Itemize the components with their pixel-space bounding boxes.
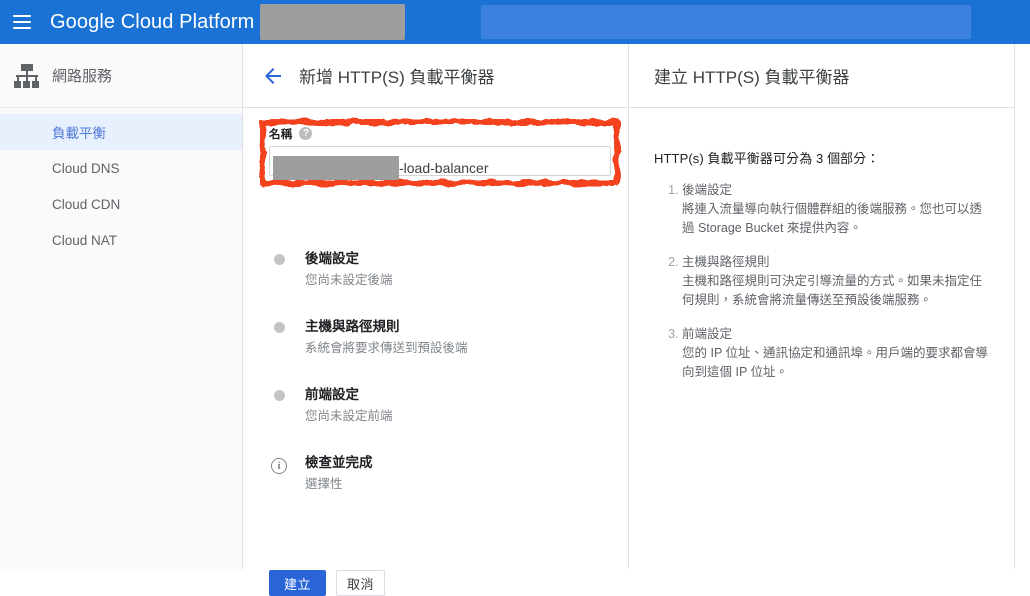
list-item: 前端設定 您的 IP 位址、通訊協定和通訊埠。用戶端的要求都會導向到這個 IP … [682, 325, 992, 382]
sidebar-item-cloud-dns[interactable]: Cloud DNS [0, 150, 242, 186]
left-navigation-panel: 網路服務 負載平衡 Cloud DNS Cloud CDN Cloud NAT [0, 44, 243, 569]
sidebar-item-label: 負載平衡 [52, 122, 106, 142]
load-balancer-wizard-panel: 新增 HTTP(S) 負載平衡器 名稱 ? -load-balancer 後端設… [243, 44, 629, 569]
search-input[interactable] [481, 5, 971, 39]
step-title: 主機與路徑規則 [305, 317, 468, 337]
name-label-row: 名稱 ? [269, 126, 611, 141]
wizard-step-backend[interactable]: 後端設定 您尚未設定後端 [243, 249, 629, 291]
info-panel-body: HTTP(s) 負載平衡器可分為 3 個部分： 後端設定 將連入流量導向執行個體… [630, 108, 1014, 382]
step-title: 檢查並完成 [305, 453, 373, 473]
right-gutter [1015, 44, 1030, 569]
name-field-group: 名稱 ? [269, 126, 611, 176]
sidebar-item-cloud-nat[interactable]: Cloud NAT [0, 222, 242, 258]
step-dot-icon [269, 249, 289, 291]
step-subtitle: 系統會將要求傳送到預設後端 [305, 337, 468, 359]
wizard-header: 新增 HTTP(S) 負載平衡器 [243, 44, 628, 108]
sidebar-item-load-balancing[interactable]: 負載平衡 [0, 114, 242, 150]
list-item: 後端設定 將連入流量導向執行個體群組的後端服務。您也可以透過 Storage B… [682, 181, 992, 238]
list-item-title: 後端設定 [682, 181, 992, 200]
step-subtitle: 您尚未設定前端 [305, 405, 393, 427]
step-title: 後端設定 [305, 249, 393, 269]
hamburger-line [13, 21, 31, 23]
hamburger-menu-icon[interactable] [0, 0, 44, 44]
app-top-bar: Google Cloud Platform [0, 0, 1030, 44]
info-panel-header: 建立 HTTP(S) 負載平衡器 [630, 44, 1014, 108]
wizard-action-bar: 建立 取消 [269, 570, 385, 596]
cancel-button[interactable]: 取消 [336, 570, 385, 596]
info-panel-intro: HTTP(s) 負載平衡器可分為 3 個部分： [654, 148, 992, 167]
info-circle-icon: i [269, 453, 289, 495]
info-panel: 建立 HTTP(S) 負載平衡器 HTTP(s) 負載平衡器可分為 3 個部分：… [630, 44, 1015, 569]
wizard-step-frontend[interactable]: 前端設定 您尚未設定前端 [243, 385, 629, 427]
info-panel-title: 建立 HTTP(S) 負載平衡器 [654, 63, 850, 88]
name-input[interactable] [269, 146, 611, 176]
create-button[interactable]: 建立 [269, 570, 326, 596]
list-item: 主機與路徑規則 主機和路徑規則可決定引導流量的方式。如果未指定任何規則，系統會將… [682, 253, 992, 310]
list-item-desc: 將連入流量導向執行個體群組的後端服務。您也可以透過 Storage Bucket… [682, 200, 992, 238]
page-title: 新增 HTTP(S) 負載平衡器 [299, 63, 495, 88]
info-circle-glyph: i [271, 458, 287, 474]
step-subtitle: 您尚未設定後端 [305, 269, 393, 291]
nav-section-title: 網路服務 [52, 65, 112, 86]
list-item-title: 前端設定 [682, 325, 992, 344]
list-item-title: 主機與路徑規則 [682, 253, 992, 272]
sidebar-item-label: Cloud NAT [52, 233, 117, 248]
network-services-icon [14, 63, 40, 89]
list-item-desc: 主機和路徑規則可決定引導流量的方式。如果未指定任何規則，系統會將流量傳送至預設後… [682, 272, 992, 310]
nav-section-header: 網路服務 [0, 44, 242, 108]
sidebar-item-label: Cloud DNS [52, 161, 120, 176]
step-dot-icon [269, 385, 289, 427]
back-arrow-icon[interactable] [261, 64, 285, 88]
hamburger-line [13, 27, 31, 29]
help-icon[interactable]: ? [299, 127, 312, 140]
sidebar-item-cloud-cdn[interactable]: Cloud CDN [0, 186, 242, 222]
nav-item-list: 負載平衡 Cloud DNS Cloud CDN Cloud NAT [0, 108, 242, 258]
hamburger-line [13, 15, 31, 17]
step-title: 前端設定 [305, 385, 393, 405]
step-subtitle: 選擇性 [305, 473, 373, 495]
sidebar-item-label: Cloud CDN [52, 197, 120, 212]
name-field-label: 名稱 [269, 126, 292, 142]
wizard-step-host-path-rules[interactable]: 主機與路徑規則 系統會將要求傳送到預設後端 [243, 317, 629, 359]
brand-title: Google Cloud Platform [50, 11, 254, 34]
wizard-step-list: 後端設定 您尚未設定後端 主機與路徑規則 系統會將要求傳送到預設後端 前端設定 … [243, 249, 629, 521]
info-panel-list: 後端設定 將連入流量導向執行個體群組的後端服務。您也可以透過 Storage B… [654, 181, 992, 382]
step-dot-icon [269, 317, 289, 359]
project-selector-redacted[interactable] [260, 4, 405, 40]
wizard-step-review[interactable]: i 檢查並完成 選擇性 [243, 453, 629, 495]
list-item-desc: 您的 IP 位址、通訊協定和通訊埠。用戶端的要求都會導向到這個 IP 位址。 [682, 344, 992, 382]
